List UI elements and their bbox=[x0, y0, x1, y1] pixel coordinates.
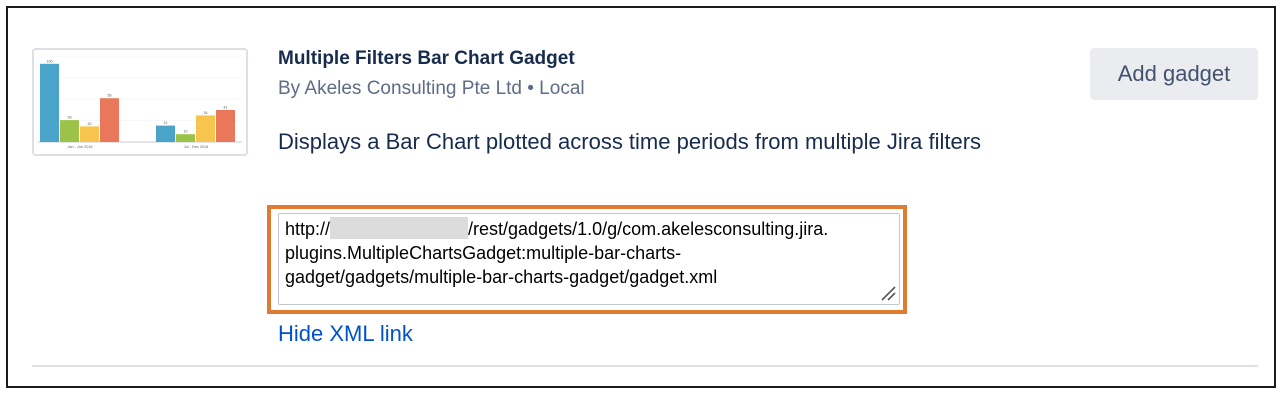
gadget-panel: 100 28 20 56 Jan - Jun 2016 21 10 34 41 Jul - Dec… bbox=[6, 6, 1276, 388]
chart-bar bbox=[60, 120, 79, 142]
chart-data-label: 100 bbox=[47, 59, 53, 63]
url-path: /rest/gadgets/1.0/g/com.akelesconsulting… bbox=[468, 219, 829, 239]
xml-url-textarea[interactable]: http:// /rest/gadgets/1.0/g/com.akelescon… bbox=[278, 213, 900, 305]
chart-bar bbox=[216, 109, 235, 142]
add-gadget-button[interactable]: Add gadget bbox=[1090, 48, 1258, 100]
resize-handle-icon[interactable] bbox=[879, 284, 897, 302]
gadget-title: Multiple Filters Bar Chart Gadget bbox=[278, 48, 575, 69]
chart-category-label: Jul - Dec 2016 bbox=[184, 145, 208, 149]
chart-bar bbox=[156, 125, 175, 142]
chart-data-label: 20 bbox=[88, 122, 92, 126]
chart-bar bbox=[80, 126, 99, 142]
url-line-3: gadget/gadgets/multiple-bar-charts-gadge… bbox=[285, 267, 718, 287]
gadget-byline: By Akeles Consulting Pte Ltd • Local bbox=[278, 78, 585, 99]
chart-data-label: 34 bbox=[204, 111, 208, 115]
chart-data-label: 41 bbox=[224, 105, 228, 109]
url-line-2: plugins.MultipleChartsGadget:multiple-ba… bbox=[285, 243, 682, 263]
chart-bar bbox=[100, 98, 119, 142]
thumbnail-bar-chart: 100 28 20 56 Jan - Jun 2016 21 10 34 41 Jul - Dec… bbox=[38, 55, 242, 149]
chart-data-label: 56 bbox=[108, 94, 112, 98]
chart-bar bbox=[196, 115, 215, 142]
chart-data-label: 10 bbox=[184, 130, 188, 134]
chart-data-label: 21 bbox=[164, 121, 168, 125]
redacted-hostname bbox=[330, 217, 469, 239]
gadget-description: Displays a Bar Chart plotted across time… bbox=[278, 129, 982, 154]
gadget-thumbnail: 100 28 20 56 Jan - Jun 2016 21 10 34 41 Jul - Dec… bbox=[32, 48, 248, 156]
url-line-1: http:// /rest/gadgets/1.0/g/com.akelescon… bbox=[285, 217, 893, 241]
chart-data-label: 28 bbox=[68, 116, 72, 120]
chart-category-label: Jan - Jun 2016 bbox=[67, 145, 92, 149]
divider bbox=[32, 365, 1258, 367]
hide-xml-link[interactable]: Hide XML link bbox=[278, 321, 413, 347]
chart-bar bbox=[40, 63, 59, 142]
url-prefix: http:// bbox=[285, 219, 331, 239]
chart-bar bbox=[176, 134, 195, 142]
